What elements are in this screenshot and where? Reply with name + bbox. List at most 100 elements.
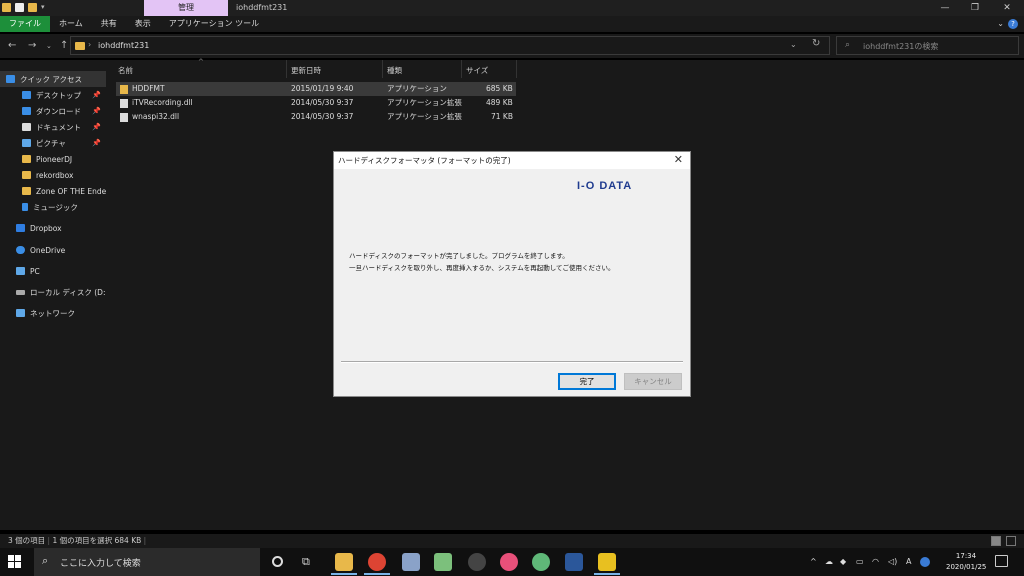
unity-icon[interactable] (468, 553, 486, 571)
cloud-icon[interactable]: ☁ (825, 557, 833, 566)
task-view-icon[interactable]: ⧉ (302, 555, 310, 569)
nav-item-label: デスクトップ (36, 90, 81, 100)
forward-arrow-icon[interactable]: → (28, 38, 36, 54)
app-icon[interactable] (434, 553, 452, 571)
tab-share[interactable]: 共有 (92, 16, 126, 32)
properties-icon[interactable] (15, 3, 24, 12)
nav-item-dropbox[interactable]: Dropbox (0, 220, 106, 236)
column-divider[interactable] (286, 60, 287, 78)
column-divider[interactable] (516, 60, 517, 78)
address-history-chevron-icon[interactable]: ⌄ (790, 40, 797, 49)
star-icon (6, 75, 15, 83)
taskbar-search-placeholder: ここに入力して検索 (60, 559, 141, 569)
details-view-icon[interactable] (991, 536, 1001, 546)
minimize-button[interactable]: — (930, 0, 960, 16)
navigation-pane: クイック アクセス デスクトップ 📌 ダウンロード 📌 ドキュメント 📌 ピクチ… (0, 60, 106, 530)
tab-file[interactable]: ファイル (0, 16, 50, 32)
ime-indicator[interactable]: A (906, 557, 911, 566)
tab-home[interactable]: ホーム (50, 16, 92, 32)
column-divider[interactable] (382, 60, 383, 78)
folder-icon[interactable] (2, 3, 11, 12)
volume-icon[interactable]: ◁) (888, 557, 897, 566)
nav-item-network[interactable]: ネットワーク (0, 305, 106, 321)
notification-icon[interactable] (995, 555, 1008, 567)
close-icon[interactable]: ✕ (674, 153, 683, 167)
new-folder-icon[interactable] (28, 3, 37, 12)
nav-item-pioneerdj[interactable]: PioneerDJ (0, 151, 106, 167)
context-tab-manage[interactable]: 管理 (144, 0, 228, 16)
address-bar[interactable]: › iohddfmt231 (70, 36, 830, 55)
app-icon[interactable] (532, 553, 550, 571)
hddfmt-app-icon[interactable] (598, 553, 616, 571)
nav-item-documents[interactable]: ドキュメント 📌 (0, 119, 106, 135)
nav-item-downloads[interactable]: ダウンロード 📌 (0, 103, 106, 119)
nav-item-pictures[interactable]: ピクチャ 📌 (0, 135, 106, 151)
cortana-icon[interactable] (272, 556, 283, 567)
column-header-name[interactable]: 名前 (118, 64, 133, 78)
battery-icon[interactable]: ▭ (856, 557, 864, 566)
taskbar-search-box[interactable]: ⌕ ここに入力して検索 (34, 548, 260, 576)
column-header-type[interactable]: 種類 (387, 64, 402, 78)
ribbon-expand-icon[interactable]: ⌄ (997, 16, 1004, 32)
column-divider[interactable] (461, 60, 462, 78)
file-date: 2015/01/19 9:40 (291, 84, 354, 93)
finish-button[interactable]: 完了 (558, 373, 616, 390)
dropbox-icon[interactable]: ◆ (840, 557, 846, 566)
nav-item-local-disk-d[interactable]: ローカル ディスク (D:) (0, 284, 106, 300)
search-input[interactable]: ⌕ iohddfmt231の検索 (836, 36, 1019, 55)
pc-icon (16, 267, 25, 275)
active-indicator (364, 573, 390, 575)
dialog-message-line-1: ハードディスクのフォーマットが完了しました。プログラムを終了します。 (349, 252, 569, 260)
file-explorer-icon[interactable] (335, 553, 353, 571)
selection-info: 1 個の項目を選択 684 KB (52, 536, 142, 545)
ribbon-tabs: ファイル ホーム 共有 表示 アプリケーション ツール ⌄ ? (0, 16, 1024, 32)
network-icon (16, 309, 25, 317)
word-icon[interactable] (565, 553, 583, 571)
column-header-date[interactable]: 更新日時 (291, 64, 321, 78)
nav-item-label: ドキュメント (36, 122, 81, 132)
refresh-icon[interactable]: ↻ (812, 38, 820, 49)
dll-icon (120, 113, 128, 122)
nav-item-label: Zone OF THE Ender (36, 186, 106, 196)
nav-item-desktop[interactable]: デスクトップ 📌 (0, 87, 106, 103)
back-arrow-icon[interactable]: ← (8, 38, 16, 54)
tab-view[interactable]: 表示 (126, 16, 160, 32)
nav-item-label: ミュージック (33, 202, 78, 212)
iodata-logo: I-O DATA (577, 180, 633, 192)
recent-chevron-icon[interactable]: ⌄ (46, 38, 52, 54)
chevron-down-icon[interactable]: ▾ (41, 3, 45, 12)
up-arrow-icon[interactable]: ↑ (60, 38, 68, 54)
nav-item-quick-access[interactable]: クイック アクセス (0, 71, 106, 87)
nav-item-onedrive[interactable]: OneDrive (0, 242, 106, 258)
pin-icon: 📌 (92, 123, 101, 131)
nav-item-label: クイック アクセス (20, 74, 83, 84)
chevron-up-icon[interactable]: ^ (810, 557, 817, 566)
search-icon: ⌕ (42, 554, 49, 567)
itunes-icon[interactable] (500, 553, 518, 571)
nav-item-label: PioneerDJ (36, 154, 73, 164)
app-icon[interactable] (402, 553, 420, 571)
nav-item-rekordbox[interactable]: rekordbox (0, 167, 106, 183)
column-header-size[interactable]: サイズ (466, 64, 488, 78)
file-row[interactable]: HDDFMT 2015/01/19 9:40 アプリケーション 685 KB (116, 82, 516, 96)
nav-item-zone-of-the-ender[interactable]: Zone OF THE Ender (0, 183, 106, 199)
file-row[interactable]: wnaspi32.dll 2014/05/30 9:37 アプリケーション拡張 … (116, 110, 516, 124)
nav-item-pc[interactable]: PC (0, 263, 106, 279)
cancel-button[interactable]: キャンセル (624, 373, 682, 390)
nav-item-music[interactable]: ミュージック (0, 199, 106, 215)
status-bar: 3 個の項目 | 1 個の項目を選択 684 KB | (0, 534, 1024, 548)
tab-application-tools[interactable]: アプリケーション ツール (160, 16, 268, 32)
close-button[interactable]: ✕ (992, 0, 1022, 16)
clock[interactable]: 17:34 2020/01/25 (946, 551, 986, 573)
folder-icon (22, 155, 31, 163)
dialog-title: ハードディスクフォーマッタ (フォーマットの完了) (338, 156, 511, 165)
large-icons-view-icon[interactable] (1006, 536, 1016, 546)
file-row[interactable]: iTVRecording.dll 2014/05/30 9:37 アプリケーショ… (116, 96, 516, 110)
maximize-button[interactable]: ❐ (960, 0, 990, 16)
wifi-icon[interactable]: ◠ (872, 557, 879, 566)
windows-start-icon[interactable] (8, 555, 22, 569)
dialog-message-line-2: 一旦ハードディスクを取り外し、再度挿入するか、システムを再起動してご使用ください… (349, 264, 615, 272)
help-icon[interactable]: ? (1008, 19, 1018, 29)
chrome-icon[interactable] (368, 553, 386, 571)
app-tray-icon[interactable] (920, 557, 930, 567)
